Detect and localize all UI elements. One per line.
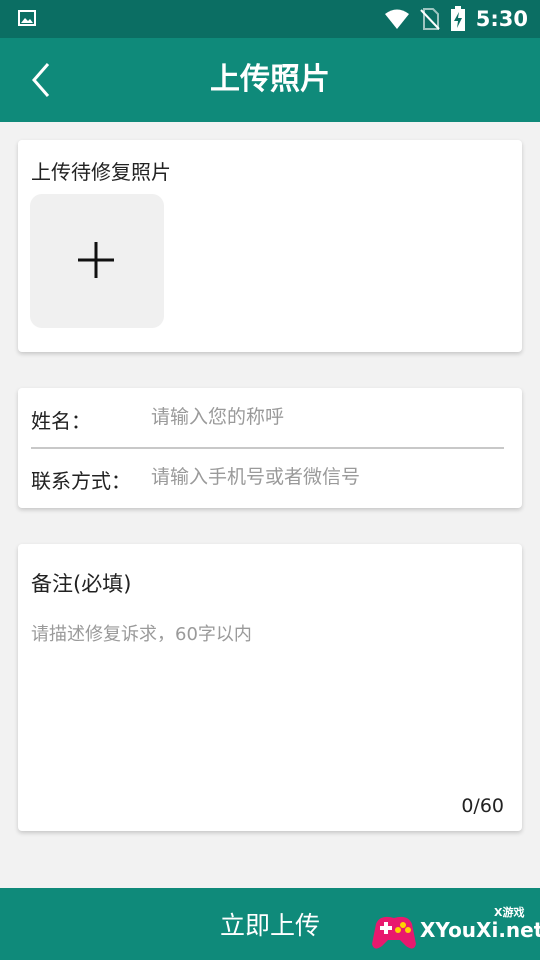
add-photo-button[interactable] — [30, 194, 164, 328]
note-title: 备注(必填) — [31, 572, 132, 596]
watermark-text: XYouXi.net — [420, 918, 540, 942]
status-time: 5:30 — [475, 7, 528, 31]
plus-icon — [78, 242, 114, 278]
status-right-group: 5:30 — [384, 0, 528, 38]
name-row: 姓名： — [18, 388, 522, 446]
contact-card: 姓名： 联系方式： — [18, 388, 522, 508]
phone-row: 联系方式： — [18, 448, 522, 506]
page-title: 上传照片 — [210, 62, 330, 97]
gamepad-icon — [372, 916, 416, 949]
char-counter: 0/60 — [461, 795, 504, 817]
submit-button-label: 立即上传 — [219, 911, 320, 940]
note-textarea[interactable] — [31, 620, 507, 780]
battery-charging-icon — [450, 6, 465, 31]
photo-upload-title: 上传待修复照片 — [31, 160, 171, 184]
image-icon — [18, 10, 36, 26]
watermark-logo: X游戏 XYouXi.net — [368, 902, 540, 958]
status-bar: 5:30 — [0, 0, 540, 38]
wifi-icon — [384, 9, 409, 29]
phone-input[interactable] — [151, 461, 501, 493]
photo-upload-card: 上传待修复照片 — [18, 140, 522, 352]
title-bar: 上传照片 — [0, 38, 540, 122]
name-label: 姓名： — [31, 409, 91, 433]
note-card: 备注(必填) 0/60 — [18, 544, 522, 831]
phone-label: 联系方式： — [31, 469, 131, 493]
name-input[interactable] — [151, 401, 501, 433]
no-sim-icon — [420, 8, 440, 30]
